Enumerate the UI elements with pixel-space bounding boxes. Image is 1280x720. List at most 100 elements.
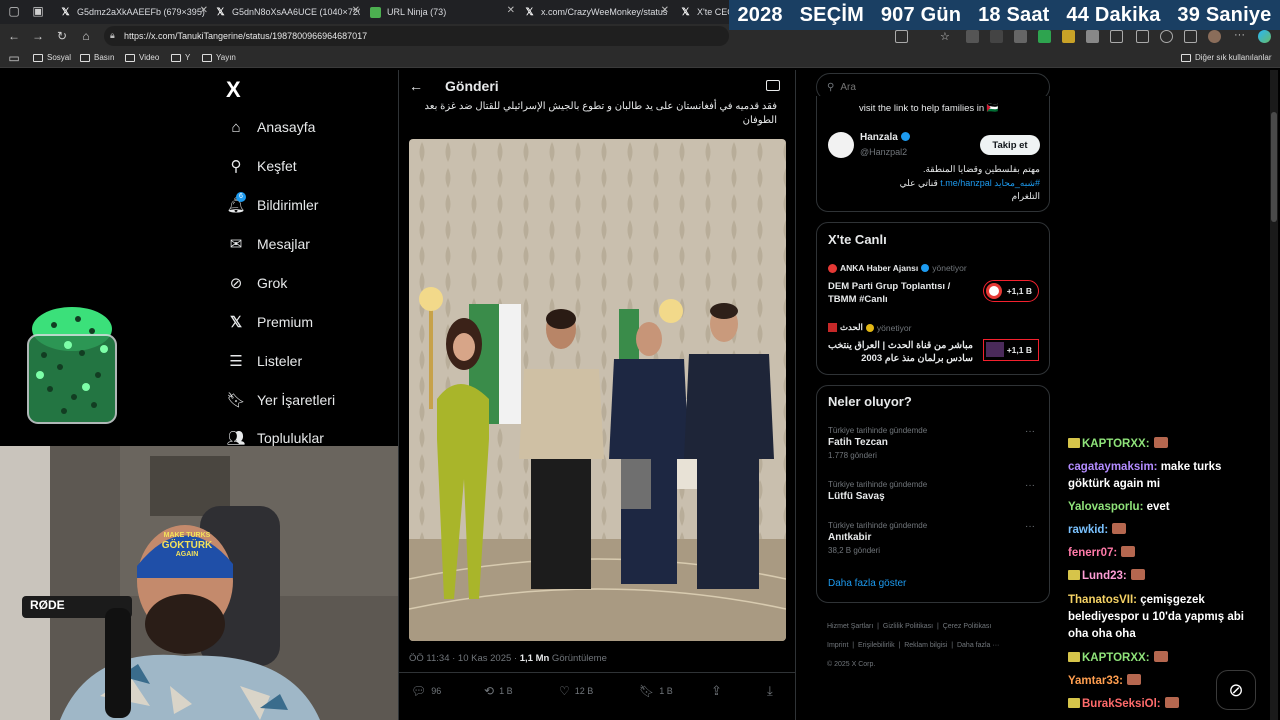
scrollbar-thumb[interactable] bbox=[1271, 112, 1277, 222]
bookmark-folder-other[interactable]: Diğer sık kullanılanlar bbox=[1181, 53, 1271, 62]
more-icon[interactable]: ··· bbox=[1025, 426, 1035, 437]
bio-hashtag[interactable]: #شبه_محايد bbox=[994, 178, 1040, 188]
like-button[interactable]: ♡ 12 B bbox=[559, 684, 593, 698]
chat-username[interactable]: rawkid: bbox=[1068, 524, 1108, 536]
post-text-line: فقد قدميه في أفغانستان على يد طالبان و ت… bbox=[424, 101, 778, 112]
read-aloud-icon[interactable] bbox=[913, 30, 926, 43]
live-item-source[interactable]: ANKA Haber Ajansı yönetiyor bbox=[828, 263, 967, 273]
browser-tab-5[interactable]: 𝕏 X'te CEO bbox=[680, 3, 730, 21]
chat-username[interactable]: fenerr07: bbox=[1068, 547, 1117, 559]
trend-item[interactable]: Türkiye tarihinde gündemde Anıtkabir 38,… bbox=[828, 521, 1040, 555]
tab-actions-icon[interactable]: ▣ bbox=[30, 3, 46, 19]
footer-link[interactable]: Daha fazla ··· bbox=[957, 642, 999, 649]
reload-icon[interactable]: ↻ bbox=[54, 28, 70, 44]
bookmark-folder-sosyal[interactable]: Sosyal bbox=[33, 53, 71, 62]
nav-item-explore[interactable]: ⚲ Keşfet bbox=[227, 154, 297, 178]
close-icon[interactable]: ✕ bbox=[507, 5, 515, 16]
star-icon[interactable]: ☆ bbox=[940, 30, 953, 43]
chat-username[interactable]: cagataymaksim: bbox=[1068, 461, 1158, 473]
repost-button[interactable]: ⟲ 1 B bbox=[484, 684, 513, 698]
grid-icon[interactable] bbox=[895, 30, 908, 43]
search-input[interactable] bbox=[840, 81, 1021, 93]
browser-tab-4[interactable]: 𝕏x.com/CrazyWeeMonkey/status ✕ bbox=[524, 3, 669, 21]
chat-username[interactable]: BurakSeksiOl: bbox=[1082, 698, 1161, 710]
grok-floating-button[interactable]: ⊘ bbox=[1216, 670, 1256, 710]
nav-item-premium[interactable]: 𝕏 Premium bbox=[227, 310, 313, 334]
download-icon[interactable]: ⤓ bbox=[767, 683, 773, 699]
collections-icon[interactable] bbox=[1160, 30, 1173, 43]
live-listeners-pill[interactable]: +1,1 B bbox=[983, 339, 1039, 361]
extension-icon[interactable] bbox=[1062, 30, 1075, 43]
favorites-icon[interactable] bbox=[1136, 30, 1149, 43]
extension-icon[interactable] bbox=[1014, 30, 1027, 43]
bookmark-apps-icon[interactable]: ▭ bbox=[6, 50, 22, 66]
back-arrow-icon[interactable]: ← bbox=[409, 78, 423, 94]
more-icon[interactable]: ··· bbox=[1025, 521, 1035, 532]
extension-icon[interactable] bbox=[1038, 30, 1051, 43]
reply-button[interactable]: 💬︎ 96 bbox=[411, 684, 441, 698]
live-listeners-pill[interactable]: +1,1 B bbox=[983, 280, 1039, 302]
more-icon[interactable]: ··· bbox=[1234, 30, 1247, 43]
nav-item-home[interactable]: ⌂ Anasayfa bbox=[227, 115, 315, 139]
trend-item[interactable]: Türkiye tarihinde gündemde Lütfü Savaş bbox=[828, 480, 1040, 502]
footer-links: Hizmet Şartları | Gizlilik Politikası | … bbox=[827, 623, 1000, 668]
close-icon[interactable]: ✕ bbox=[352, 5, 360, 16]
more-icon[interactable]: ··· bbox=[1025, 480, 1035, 491]
live-item-title[interactable]: مباشر من قناة الحدث | العراق ينتخب سادس … bbox=[828, 339, 973, 365]
footer-link[interactable]: Imprint bbox=[827, 642, 848, 649]
chat-username[interactable]: Yalovasporlu: bbox=[1068, 501, 1143, 513]
chat-username[interactable]: ThanatosVII: bbox=[1068, 594, 1137, 606]
extension-icon[interactable] bbox=[990, 30, 1003, 43]
nav-item-lists[interactable]: ☰ Listeler bbox=[227, 349, 302, 373]
close-icon[interactable]: ✕ bbox=[200, 5, 208, 16]
bookmark-folder-video[interactable]: Video bbox=[125, 53, 159, 62]
x-logo[interactable]: X bbox=[226, 77, 241, 103]
home-browser-icon[interactable]: ⌂ bbox=[78, 28, 94, 44]
reader-mode-icon[interactable] bbox=[766, 80, 780, 91]
bio-link[interactable]: t.me/hanzpal bbox=[940, 178, 992, 188]
footer-link[interactable]: Erişilebilirlik bbox=[858, 642, 895, 649]
post-timestamp[interactable]: ÖÖ 11:34 · 10 Kas 2025 · bbox=[409, 653, 520, 664]
share-icon[interactable]: ⇪ bbox=[711, 683, 722, 699]
chat-username[interactable]: Lund23: bbox=[1082, 570, 1127, 582]
split-screen-icon[interactable] bbox=[1110, 30, 1123, 43]
copilot-icon[interactable] bbox=[1258, 30, 1271, 43]
avatar[interactable] bbox=[1208, 30, 1221, 43]
post-image[interactable] bbox=[409, 139, 786, 641]
live-source-name: ANKA Haber Ajansı bbox=[840, 263, 919, 273]
bookmark-folder-yayin[interactable]: Yayın bbox=[202, 53, 236, 62]
url-field[interactable]: 🔒︎ https://x.com/TanukiTangerine/status/… bbox=[104, 26, 729, 46]
performance-icon[interactable] bbox=[1184, 30, 1197, 43]
nav-item-bookmarks[interactable]: 🔖︎ Yer İşaretleri bbox=[226, 388, 335, 412]
browser-tab-3[interactable]: URL Ninja (73) ✕ bbox=[370, 3, 515, 21]
nav-item-grok[interactable]: ⊘ Grok bbox=[227, 271, 288, 295]
chat-username[interactable]: KAPTORXX: bbox=[1082, 438, 1150, 450]
chat-username[interactable]: KAPTORXX: bbox=[1082, 652, 1150, 664]
bookmark-folder-y[interactable]: Y bbox=[171, 53, 190, 62]
browser-tab-1[interactable]: 𝕏 G5dmz2aXkAAEEFb (679×395) ✕ bbox=[60, 3, 208, 21]
show-more-link[interactable]: Daha fazla göster bbox=[828, 578, 906, 589]
footer-link[interactable]: Reklam bilgisi bbox=[904, 642, 947, 649]
nav-item-messages[interactable]: ✉ Mesajlar bbox=[227, 232, 310, 256]
profile-icon[interactable]: ▢ bbox=[6, 3, 22, 19]
footer-link[interactable]: Çerez Politikası bbox=[943, 623, 992, 630]
chat-username[interactable]: Yamtar33: bbox=[1068, 675, 1123, 687]
live-item-title[interactable]: DEM Parti Grup Toplantısı / TBMM #Canlı bbox=[828, 280, 973, 306]
forward-icon[interactable]: → bbox=[30, 28, 46, 44]
scrollbar[interactable] bbox=[1270, 70, 1278, 720]
bookmark-button[interactable]: 🔖︎ 1 B bbox=[639, 684, 673, 698]
extension-icon[interactable] bbox=[1086, 30, 1099, 43]
browser-tab-2[interactable]: 𝕏 G5dnN8oXsAA6UCE (1040×720) ✕ bbox=[215, 3, 360, 21]
back-icon[interactable]: ← bbox=[6, 28, 22, 44]
nav-item-notifications[interactable]: 🔔︎ 6 Bildirimler bbox=[226, 192, 318, 217]
extension-icon[interactable] bbox=[966, 30, 979, 43]
live-item-source[interactable]: الحدث yönetiyor bbox=[828, 322, 911, 333]
footer-link[interactable]: Hizmet Şartları bbox=[827, 623, 873, 630]
close-icon[interactable]: ✕ bbox=[661, 5, 669, 16]
avatar[interactable] bbox=[828, 132, 854, 158]
follow-button[interactable]: Takip et bbox=[980, 135, 1040, 155]
trend-item[interactable]: Türkiye tarihinde gündemde Fatih Tezcan … bbox=[828, 426, 1040, 460]
suggestion-name-row[interactable]: Hanzala bbox=[860, 132, 910, 143]
bookmark-folder-basin[interactable]: Basın bbox=[80, 53, 114, 62]
footer-link[interactable]: Gizlilik Politikası bbox=[883, 623, 933, 630]
